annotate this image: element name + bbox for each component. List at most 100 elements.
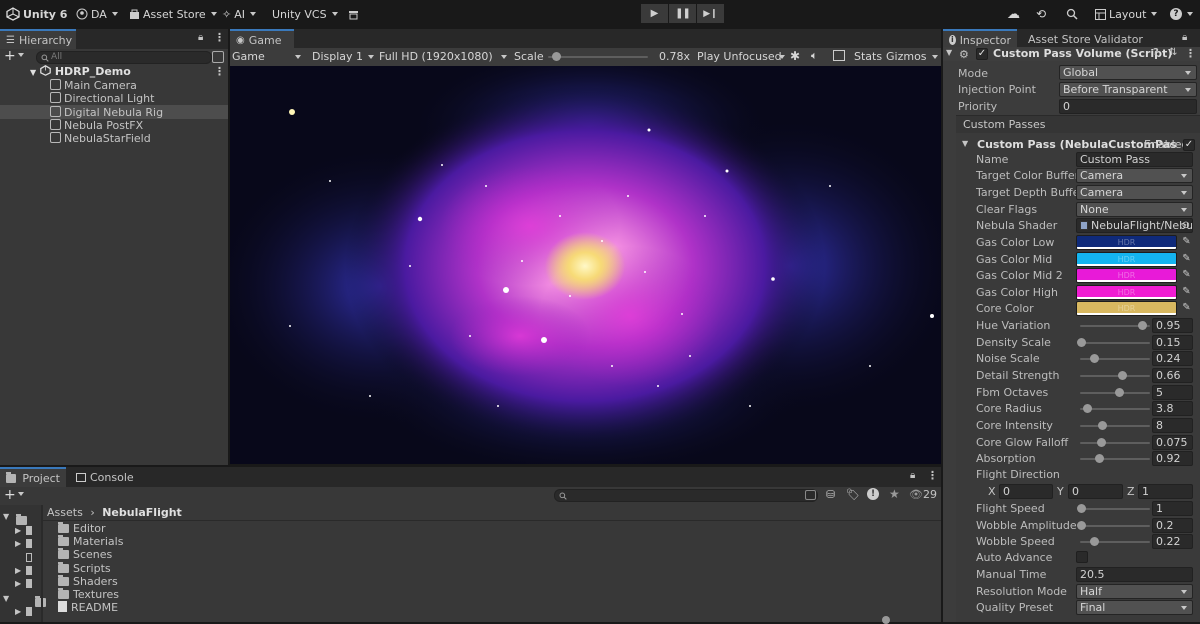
hierarchy-item[interactable]: NebulaStarField (50, 132, 151, 145)
slider-thumb[interactable] (1090, 537, 1099, 546)
quality-preset-dropdown[interactable]: Final (1076, 600, 1193, 615)
layout-dropdown[interactable]: Layout (1095, 6, 1158, 22)
collapse-arrow-icon[interactable]: ▶ (15, 539, 21, 548)
stats-button[interactable]: Stats (854, 50, 882, 63)
expand-arrow-icon[interactable]: ▼ (3, 512, 9, 521)
help-button[interactable]: ? (1170, 6, 1193, 22)
flight-direction-y[interactable]: 0 (1068, 484, 1123, 499)
slider-value-field[interactable]: 0.2 (1152, 518, 1193, 533)
color-swatch[interactable]: HDR (1076, 252, 1177, 267)
pause-button[interactable]: ❚❚ (669, 4, 696, 23)
lock-icon[interactable]: 🔒︎ (1182, 32, 1187, 43)
scale-slider-thumb[interactable] (552, 52, 561, 61)
help-icon[interactable]: ? (1153, 47, 1159, 58)
color-swatch[interactable]: HDR (1076, 285, 1177, 300)
collapse-arrow-icon[interactable]: ▶ (15, 566, 21, 575)
eyedropper-icon[interactable]: ✎ (1180, 268, 1193, 281)
breadcrumb-leaf[interactable]: NebulaFlight (102, 506, 182, 519)
slider-value-field[interactable]: 0.66 (1152, 368, 1193, 383)
step-button[interactable]: ▶❙ (697, 4, 724, 23)
hierarchy-item-selected[interactable]: Digital Nebula Rig (50, 106, 163, 119)
slider-thumb[interactable] (1118, 371, 1127, 380)
slider-value-field[interactable]: 0.075 (1152, 435, 1193, 450)
add-object-button[interactable]: + (4, 49, 24, 64)
clear-flags-dropdown[interactable]: None (1076, 202, 1193, 217)
resolution-mode-dropdown[interactable]: Half (1076, 584, 1193, 599)
flight-direction-z[interactable]: 1 (1138, 484, 1193, 499)
package-button[interactable] (348, 6, 359, 22)
zoom-slider-thumb[interactable] (882, 616, 890, 624)
slider-thumb[interactable] (1095, 454, 1104, 463)
nebula-shader-field[interactable]: NebulaFlight/Nebu ⊙ (1076, 218, 1193, 233)
component-menu-icon[interactable]: ⋮ (1185, 47, 1196, 60)
slider-thumb[interactable] (1098, 421, 1107, 430)
mute-audio-icon[interactable]: 🔈︎ (811, 49, 818, 63)
game-viewport[interactable] (230, 66, 941, 464)
slider-value-field[interactable]: 8 (1152, 418, 1193, 433)
slider-value-field[interactable]: 0.22 (1152, 534, 1193, 549)
gizmo-grid-icon[interactable] (833, 50, 845, 61)
tab-inspector[interactable]: i Inspector (943, 29, 1017, 49)
slider-track[interactable] (1080, 442, 1150, 444)
breadcrumb-root[interactable]: Assets (47, 506, 83, 519)
play-focus-dropdown[interactable]: Play Unfocused (697, 49, 785, 64)
collapse-arrow-icon[interactable]: ▶ (15, 526, 21, 535)
list-item[interactable]: Editor (58, 522, 106, 535)
scale-slider-track[interactable] (548, 56, 648, 58)
target-color-buffer-dropdown[interactable]: Camera (1076, 168, 1193, 183)
tab-game[interactable]: ◉ Game (230, 29, 294, 49)
list-item[interactable]: Shaders (58, 575, 118, 588)
component-enabled-checkbox[interactable]: ✓ (976, 48, 988, 60)
flight-direction-x[interactable]: 0 (999, 484, 1053, 499)
lock-icon[interactable]: 🔒︎ (198, 32, 203, 43)
object-picker-icon[interactable]: ⊙ (1182, 219, 1190, 232)
display-dropdown[interactable]: Display 1 (312, 49, 374, 64)
slider-thumb[interactable] (1115, 388, 1124, 397)
slider-track[interactable] (1080, 425, 1150, 427)
manual-time-field[interactable]: 20.5 (1076, 567, 1193, 582)
priority-field[interactable]: 0 (1059, 99, 1197, 114)
slider-value-field[interactable]: 1 (1152, 501, 1193, 516)
panel-menu-icon[interactable]: ⋮ (927, 469, 938, 482)
filter-type-icon[interactable]: ⛁ (826, 488, 835, 501)
lock-icon[interactable]: 🔒︎ (910, 470, 915, 481)
custom-pass-element[interactable]: ▼ Custom Pass (NebulaCustomPas Enabled ✓ (962, 138, 1200, 153)
eyedropper-icon[interactable]: ✎ (1180, 285, 1193, 298)
hierarchy-item[interactable]: Main Camera (50, 79, 137, 92)
gizmos-dropdown[interactable]: Gizmos (886, 49, 938, 64)
vcs-dropdown[interactable]: Unity VCS (272, 6, 338, 22)
slider-value-field[interactable]: 5 (1152, 385, 1193, 400)
slider-value-field[interactable]: 0.15 (1152, 335, 1193, 350)
mode-dropdown[interactable]: Global (1059, 65, 1197, 80)
slider-track[interactable] (1080, 458, 1150, 460)
asset-store-dropdown[interactable]: Asset Store (129, 6, 217, 22)
tab-project[interactable]: Project (0, 467, 66, 487)
slider-track[interactable] (1080, 525, 1150, 527)
slider-thumb[interactable] (1097, 438, 1106, 447)
tab-asset-store-validator[interactable]: Asset Store Validator (1022, 29, 1143, 49)
scene-row[interactable]: ▼ HDRP_Demo (30, 65, 228, 78)
slider-thumb[interactable] (1083, 404, 1092, 413)
account-dropdown[interactable]: DA (76, 6, 118, 22)
favorite-star-icon[interactable]: ★ (889, 487, 900, 501)
hierarchy-item[interactable]: Directional Light (50, 92, 154, 105)
expand-arrow-icon[interactable]: ▼ (3, 594, 9, 603)
auto-advance-checkbox[interactable] (1076, 551, 1088, 563)
project-search[interactable] (554, 489, 818, 502)
ai-dropdown[interactable]: ✧ AI (222, 6, 256, 22)
hierarchy-search[interactable]: All (36, 51, 212, 64)
search-by-type-icon[interactable] (805, 490, 816, 500)
tab-hierarchy[interactable]: ☰ Hierarchy (0, 29, 76, 49)
scene-menu-icon[interactable]: ⋮ (214, 65, 225, 78)
hidden-count-badge[interactable]: 👁︎29 (909, 488, 937, 501)
history-button[interactable]: ⟲ (1036, 6, 1046, 22)
list-item[interactable]: Textures (58, 588, 119, 601)
presets-icon[interactable]: ⇅ (1169, 47, 1177, 58)
eyedropper-icon[interactable]: ✎ (1180, 301, 1193, 314)
slider-track[interactable] (1080, 375, 1150, 377)
color-swatch[interactable]: HDR (1076, 268, 1177, 283)
warning-filter-icon[interactable]: ! (867, 488, 879, 500)
slider-thumb[interactable] (1138, 321, 1147, 330)
slider-thumb[interactable] (1077, 338, 1086, 347)
slider-value-field[interactable]: 0.95 (1152, 318, 1193, 333)
